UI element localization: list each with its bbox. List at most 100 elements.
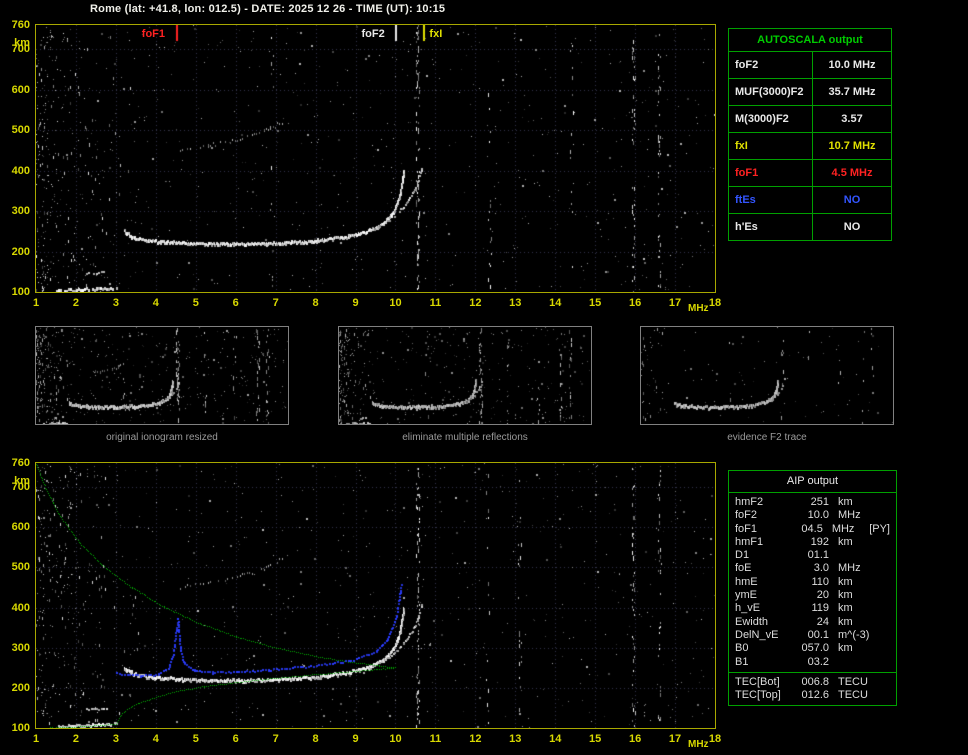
thumbnail-original-ionogram <box>35 326 289 425</box>
row-label: foF1 <box>735 522 758 535</box>
row-value: 251 <box>810 496 829 508</box>
x-tick-label: 3 <box>112 297 119 309</box>
row-value: 4.5 MHz <box>831 167 873 179</box>
row-value: NO <box>843 194 861 206</box>
x-tick-label: 1 <box>32 297 40 309</box>
x-tick-label: 2 <box>72 733 79 745</box>
row-label: foF1 <box>729 160 813 186</box>
thumbnail-original-canvas <box>36 327 288 424</box>
y-tick-label: 300 <box>11 641 30 654</box>
row-label: TEC[Top] <box>735 689 781 702</box>
row-label: DelN_vE <box>735 628 779 641</box>
x-tick-label: 8 <box>312 297 319 309</box>
x-tick-label: 16 <box>628 733 642 745</box>
thumbnail-f2-trace <box>640 326 894 425</box>
row-unit <box>838 549 878 562</box>
y-tick-label: 100 <box>11 286 30 298</box>
aip-row-DelN_vE: DelN_vE 00.1 m^(-3) <box>729 629 896 642</box>
aip-row-tec-top: TEC[Top] 012.6 TECU <box>729 689 896 702</box>
x-tick-label: 10 <box>389 297 402 309</box>
aip-row-hmF1: hmF1 192 km <box>729 536 896 549</box>
row-value: 110 <box>811 575 829 588</box>
autoscala-table-header: AUTOSCALA output <box>729 29 891 52</box>
x-tick-label: 12 <box>469 297 482 309</box>
row-value: 006.8 <box>801 675 829 688</box>
aip-row-B0: B0 057.0 km <box>729 642 896 655</box>
x-tick-label: 14 <box>549 297 562 309</box>
aip-row-foE: foE 3.0 MHz <box>729 562 896 575</box>
x-tick-label: 9 <box>352 733 359 745</box>
x-tick-label: 10 <box>389 733 402 745</box>
aip-row-Ewidth: Ewidth 24 km <box>729 616 896 629</box>
y-tick-label: 200 <box>11 681 30 694</box>
aip-tec-section: TEC[Bot] 006.8 TECU TEC[Top] 012.6 TECU <box>729 671 896 706</box>
row-value: 3.57 <box>841 113 863 125</box>
row-unit: km <box>838 602 853 615</box>
table-row-hpEs: h'Es NO <box>729 214 891 240</box>
row-value: 3.0 <box>813 562 829 575</box>
x-tick-label: 6 <box>232 733 239 745</box>
row-label: h'Es <box>729 214 813 240</box>
row-unit: m^(-3) <box>838 628 870 641</box>
x-tick-label: 6 <box>232 297 239 309</box>
table-row-fxI: fxI 10.7 MHz <box>729 133 891 160</box>
row-label: foF2 <box>729 52 813 78</box>
thumbnail-no-multiples <box>338 326 592 425</box>
row-unit: km <box>838 615 853 628</box>
thumbnail-f2-trace-canvas <box>641 327 893 424</box>
row-label: B0 <box>735 642 749 655</box>
aip-row-foF2: foF2 10.0 MHz <box>729 509 896 522</box>
y-tick-label: 600 <box>11 83 30 96</box>
row-label: M(3000)F2 <box>729 106 813 132</box>
row-label: foE <box>735 562 752 575</box>
row-unit: MHz <box>838 562 861 575</box>
aip-table-header: AIP output <box>729 471 896 493</box>
row-value: 01.1 <box>807 549 829 562</box>
row-value: 03.2 <box>807 655 829 668</box>
thumbnail-no-multiples-canvas <box>339 327 591 424</box>
x-tick-label: 11 <box>429 297 442 309</box>
y-tick-label: 760 <box>11 457 30 469</box>
autoscala-output-table: AUTOSCALA output foF2 10.0 MHz MUF(3000)… <box>728 28 892 241</box>
foF2-marker-label: foF2 <box>361 28 385 40</box>
aip-output-table: AIP output hmF2 251 km foF2 10.0 MHz foF1 04.… <box>728 470 897 707</box>
row-label: ftEs <box>729 187 813 213</box>
fxI-marker-label: fxI <box>429 28 443 40</box>
aip-row-D1: D1 01.1 <box>729 549 896 562</box>
main-ionogram-canvas <box>36 25 715 292</box>
row-label: fxI <box>729 133 813 159</box>
row-unit: MHz <box>831 522 855 535</box>
row-label: foF2 <box>735 509 758 522</box>
row-unit: km <box>838 642 853 655</box>
y-tick-label: 400 <box>11 164 30 177</box>
x-tick-label: 2 <box>72 297 79 309</box>
row-label: TEC[Bot] <box>735 675 780 688</box>
row-unit: MHz <box>838 509 861 522</box>
table-row-ftEs: ftEs NO <box>729 187 891 214</box>
table-row-m3000f2: M(3000)F2 3.57 <box>729 106 891 133</box>
y-axis-unit-label: km <box>14 37 30 49</box>
x-tick-label: 13 <box>509 733 522 745</box>
table-row-foF1: foF1 4.5 MHz <box>729 160 891 187</box>
row-value: 10.7 MHz <box>828 140 876 152</box>
aip-table-body: hmF2 251 km foF2 10.0 MHz foF1 04.5 MHz [PY] hm… <box>729 493 896 672</box>
x-tick-label: 5 <box>192 733 199 745</box>
main-ionogram-plot <box>35 24 716 293</box>
y-tick-label: 760 <box>11 19 30 31</box>
aip-row-h_vE: h_vE 119 km <box>729 602 896 615</box>
y-tick-label: 300 <box>11 205 30 218</box>
row-value: 119 <box>811 602 829 615</box>
x-tick-label: 16 <box>628 297 642 309</box>
x-tick-label: 17 <box>668 733 682 745</box>
x-tick-label: 11 <box>429 733 442 745</box>
y-tick-label: 100 <box>11 722 30 734</box>
row-label: MUF(3000)F2 <box>729 79 813 105</box>
thumbnail-caption: evidence F2 trace <box>727 432 807 443</box>
x-tick-label: 15 <box>589 297 602 309</box>
x-tick-label: 13 <box>509 297 522 309</box>
thumbnail-caption: original ionogram resized <box>106 432 218 443</box>
row-value: 012.6 <box>801 689 829 702</box>
aip-row-hmE: hmE 110 km <box>729 576 896 589</box>
x-tick-label: 7 <box>272 297 279 309</box>
row-label: h_vE <box>735 602 761 615</box>
